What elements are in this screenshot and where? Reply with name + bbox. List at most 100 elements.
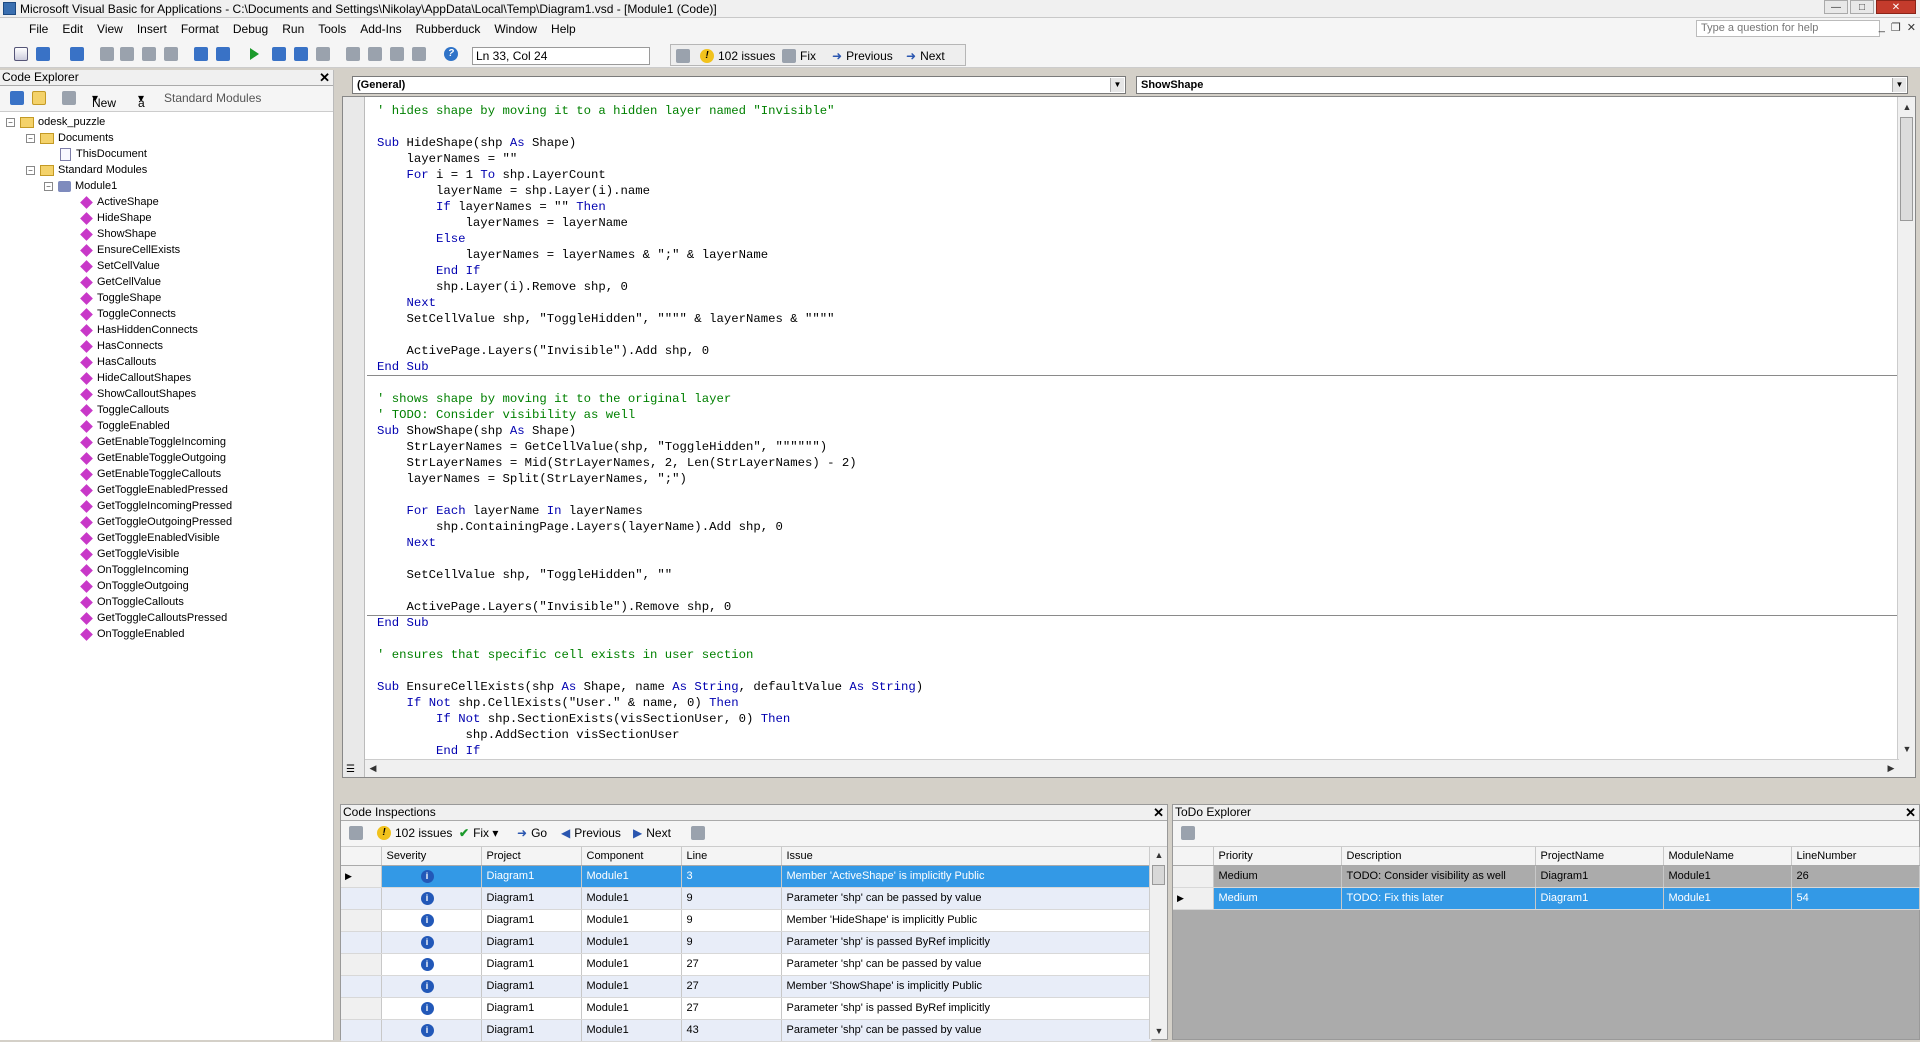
tree-member[interactable]: HasHiddenConnects (80, 322, 198, 338)
menu-edit[interactable]: Edit (55, 22, 90, 36)
menu-format[interactable]: Format (174, 22, 226, 36)
toolbar-next-button[interactable]: ➜ Next (906, 47, 945, 65)
tree-member[interactable]: ToggleShape (80, 290, 161, 306)
code-line[interactable]: shp.AddSection visSectionUser (377, 727, 923, 743)
ce-refresh-icon[interactable] (10, 91, 28, 108)
toolbar-fix-button[interactable]: Fix (782, 47, 816, 65)
collapse-icon[interactable]: − (26, 165, 35, 175)
tree-member[interactable]: ToggleConnects (80, 306, 176, 322)
tree-member[interactable]: GetEnableToggleIncoming (80, 434, 226, 450)
tree-member[interactable]: ToggleEnabled (80, 418, 170, 434)
code-line[interactable]: If Not shp.SectionExists(visSectionUser,… (377, 711, 923, 727)
table-row[interactable]: Medium TODO: Consider visibility as well D… (1173, 865, 1920, 888)
maximize-button[interactable]: □ (1850, 0, 1874, 14)
ce-folder-icon[interactable] (32, 91, 50, 108)
code-line[interactable] (377, 119, 923, 135)
minimize-button[interactable]: — (1824, 0, 1848, 14)
chevron-down-icon[interactable]: ▼ (1110, 78, 1124, 92)
ce-module-filter[interactable]: Standard Modules (164, 91, 261, 105)
code-line[interactable]: SetCellValue shp, "ToggleHidden", """" &… (377, 311, 923, 327)
code-line[interactable]: End If (377, 263, 923, 279)
col-description[interactable]: Description (1341, 847, 1536, 866)
tree-member[interactable]: GetToggleEnabledVisible (80, 530, 220, 546)
tree-member[interactable]: GetCellValue (80, 274, 161, 290)
object-combo[interactable]: (General) ▼ (352, 76, 1126, 94)
menu-addins[interactable]: Add-Ins (353, 22, 408, 36)
inspections-previous-button[interactable]: ◀ Previous (561, 826, 621, 840)
col-line[interactable]: Line (681, 847, 782, 866)
code-line[interactable]: If layerNames = "" Then (377, 199, 923, 215)
table-row[interactable]: i Diagram1 Module1 9 Member 'HideShape' is i… (341, 909, 1152, 932)
mdi-restore-button[interactable]: ❐ (1891, 21, 1901, 34)
menu-tools[interactable]: Tools (311, 22, 353, 36)
code-line[interactable]: End If (377, 743, 923, 759)
reset-button[interactable] (294, 45, 312, 63)
tree-member[interactable]: GetToggleVisible (80, 546, 179, 562)
code-line[interactable]: StrLayerNames = GetCellValue(shp, "Toggl… (377, 439, 923, 455)
scroll-down-icon[interactable]: ▼ (1899, 741, 1915, 757)
ce-display-icon[interactable] (62, 91, 80, 108)
code-text[interactable]: ' hides shape by moving it to a hidden l… (377, 103, 923, 775)
help-search-box[interactable]: Type a question for help (1696, 20, 1880, 37)
code-line[interactable]: For i = 1 To shp.LayerCount (377, 167, 923, 183)
scroll-thumb[interactable] (1152, 865, 1165, 885)
ce-group-dropdown[interactable]: a ▾ (138, 91, 145, 110)
code-line[interactable] (377, 663, 923, 679)
tree-member[interactable]: GetToggleOutgoingPressed (80, 514, 232, 530)
tree-member[interactable]: GetToggleIncomingPressed (80, 498, 232, 514)
code-line[interactable]: ' shows shape by moving it to the origin… (377, 391, 923, 407)
ce-new-dropdown[interactable]: New ▾ (92, 91, 116, 110)
code-line[interactable]: StrLayerNames = Mid(StrLayerNames, 2, Le… (377, 455, 923, 471)
code-line[interactable]: If Not shp.CellExists("User." & name, 0)… (377, 695, 923, 711)
code-line[interactable] (377, 631, 923, 647)
tree-member[interactable]: OnToggleCallouts (80, 594, 184, 610)
inspections-issues-button[interactable]: ! 102 issues (377, 826, 452, 840)
code-line[interactable]: End Sub (377, 615, 923, 631)
col-project-name[interactable]: ProjectName (1535, 847, 1664, 866)
inspections-next-button[interactable]: ▶ Next (633, 826, 671, 840)
insert-module-button[interactable] (36, 45, 54, 63)
code-line[interactable]: Sub EnsureCellExists(shp As Shape, name … (377, 679, 923, 695)
table-row[interactable]: i Diagram1 Module1 27 Member 'ShowShape' is … (341, 975, 1152, 998)
scroll-right-icon[interactable]: ▶ (1883, 760, 1899, 776)
inspections-scrollbar[interactable]: ▲ ▼ (1149, 847, 1167, 1039)
tree-standard-modules[interactable]: − Standard Modules (26, 162, 147, 178)
tree-project[interactable]: − odesk_puzzle (6, 114, 105, 130)
code-inspections-close-icon[interactable]: ✕ (1153, 805, 1164, 820)
collapse-icon[interactable]: − (6, 117, 15, 127)
tree-module1[interactable]: − Module1 (44, 178, 117, 194)
help-button[interactable]: ? (444, 45, 462, 63)
code-line[interactable]: layerNames = "" (377, 151, 923, 167)
save-button[interactable] (70, 45, 88, 63)
toolbar-issues-button[interactable]: ! 102 issues (700, 47, 775, 65)
tree-member[interactable]: OnToggleIncoming (80, 562, 189, 578)
menu-debug[interactable]: Debug (226, 22, 275, 36)
code-explorer-close-icon[interactable]: ✕ (319, 70, 330, 85)
editor-vertical-scrollbar[interactable]: ▲ ▼ (1897, 97, 1915, 777)
toolbar-previous-button[interactable]: ➜ Previous (832, 47, 893, 65)
scroll-up-icon[interactable]: ▲ (1151, 847, 1167, 863)
tree-member[interactable]: ShowCalloutShapes (80, 386, 196, 402)
code-line[interactable]: layerNames = layerName (377, 215, 923, 231)
table-row[interactable]: i Diagram1 Module1 27 Parameter 'shp' is pas… (341, 997, 1152, 1020)
tree-member[interactable]: OnToggleEnabled (80, 626, 184, 642)
tree-member[interactable]: GetToggleEnabledPressed (80, 482, 228, 498)
menu-insert[interactable]: Insert (130, 22, 174, 36)
col-module-name[interactable]: ModuleName (1663, 847, 1792, 866)
scroll-up-icon[interactable]: ▲ (1899, 99, 1915, 115)
tree-member[interactable]: ShowShape (80, 226, 156, 242)
copy-button[interactable] (120, 45, 138, 63)
tree-member[interactable]: HasConnects (80, 338, 163, 354)
code-line[interactable]: Next (377, 295, 923, 311)
col-line-number[interactable]: LineNumber (1791, 847, 1920, 866)
inspections-fix-button[interactable]: ✔ Fix ▾ (459, 826, 498, 840)
table-row[interactable]: ▶ i Diagram1 Module1 3 Member 'ActiveShape' i… (341, 865, 1152, 888)
tree-member[interactable]: ToggleCallouts (80, 402, 169, 418)
mdi-minimize-button[interactable]: _ (1879, 21, 1885, 34)
code-line[interactable]: ActivePage.Layers("Invisible").Add shp, … (377, 343, 923, 359)
editor-horizontal-scrollbar[interactable]: ◀ ▶ (365, 759, 1899, 777)
view-host-button[interactable] (14, 45, 32, 63)
paste-button[interactable] (142, 45, 160, 63)
code-line[interactable]: ' hides shape by moving it to a hidden l… (377, 103, 923, 119)
code-line[interactable] (377, 375, 923, 391)
